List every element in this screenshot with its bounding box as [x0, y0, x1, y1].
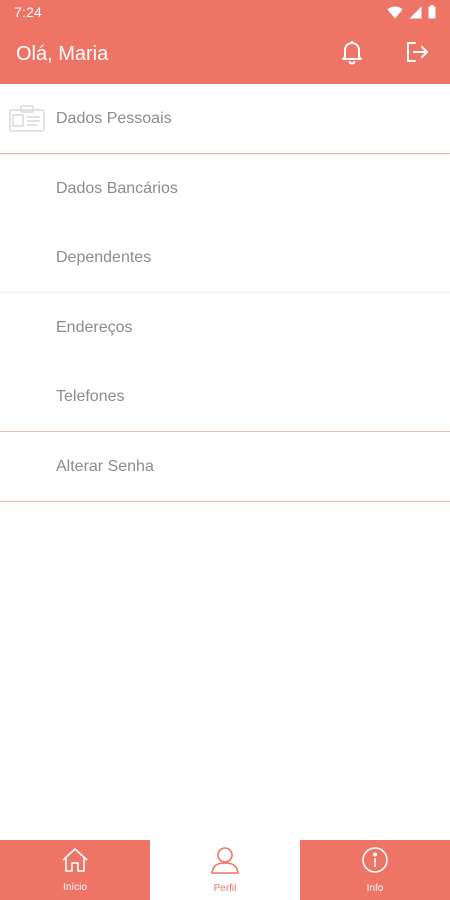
menu-item-alterar-senha[interactable]: Alterar Senha: [0, 432, 450, 501]
menu-item-label: Telefones: [56, 387, 125, 405]
info-icon: [361, 846, 389, 879]
app-bar-actions: [334, 36, 436, 72]
signal-icon: [409, 6, 422, 19]
id-card-icon: [9, 105, 45, 138]
menu-item-label: Dependentes: [56, 248, 152, 266]
status-bar: 7:24: [0, 0, 450, 24]
status-icons: [387, 5, 436, 19]
app-screen: 7:24 Olá, Maria Dados Pessoais Dados Ban…: [0, 0, 450, 900]
bell-icon: [340, 39, 364, 70]
person-icon: [210, 846, 240, 879]
profile-menu: Dados Pessoais Dados Bancários Dependent…: [0, 84, 450, 502]
menu-item-label: Dados Pessoais: [56, 109, 172, 127]
home-icon: [61, 847, 89, 878]
menu-item-dependentes[interactable]: Dependentes: [0, 223, 450, 292]
notifications-button[interactable]: [334, 36, 370, 72]
menu-item-label: Endereços: [56, 318, 133, 336]
menu-item-dados-pessoais[interactable]: Dados Pessoais: [0, 84, 450, 153]
battery-icon: [428, 5, 436, 19]
divider: [0, 501, 450, 502]
menu-item-dados-bancarios[interactable]: Dados Bancários: [0, 154, 450, 223]
nav-item-inicio[interactable]: Início: [0, 840, 150, 900]
nav-item-perfil[interactable]: Perfil: [150, 840, 300, 900]
status-time: 7:24: [14, 4, 43, 20]
menu-item-enderecos[interactable]: Endereços: [0, 293, 450, 362]
nav-label: Início: [63, 882, 87, 893]
logout-icon: [405, 40, 431, 69]
greeting-title: Olá, Maria: [16, 42, 109, 65]
nav-item-info[interactable]: Info: [300, 840, 450, 900]
nav-label: Info: [366, 883, 384, 894]
app-bar: Olá, Maria: [0, 24, 450, 84]
menu-item-telefones[interactable]: Telefones: [0, 362, 450, 431]
wifi-icon: [387, 6, 403, 19]
menu-item-label: Alterar Senha: [56, 457, 154, 475]
menu-item-label: Dados Bancários: [56, 179, 178, 197]
logout-button[interactable]: [400, 36, 436, 72]
nav-label: Perfil: [213, 883, 237, 894]
bottom-navigation: Início Perfil Info: [0, 840, 450, 900]
